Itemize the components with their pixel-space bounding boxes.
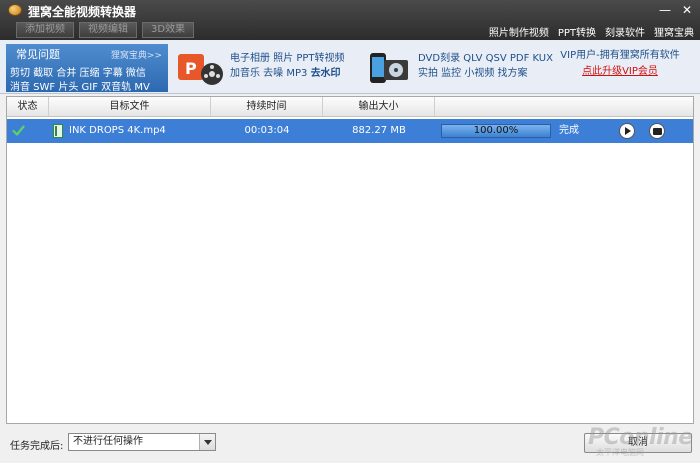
- faq-title[interactable]: 常见问题: [16, 46, 60, 62]
- promo-dvd-text: DVD刻录 QLV QSV PDF KUX 实拍 监控 小视频 找方案: [418, 51, 553, 81]
- app-logo-icon: [8, 4, 22, 16]
- ppt-film-icon: P: [178, 54, 223, 85]
- promo-ppt-line-2b: 去水印: [310, 68, 341, 79]
- close-icon[interactable]: ✕: [680, 3, 694, 17]
- toolbar: 添加视频 视频编辑 3D效果: [16, 22, 195, 38]
- target-file-name: INK DROPS 4K.mp4: [69, 125, 166, 136]
- faq-topics-row-1[interactable]: 剪切 截取 合并 压缩 字幕 微信: [10, 64, 146, 79]
- faq-more-link[interactable]: 狸窝宝典>>: [111, 48, 162, 61]
- photo-to-video-link[interactable]: 照片制作视频: [489, 24, 549, 39]
- promo-dvd-line-2: 实拍 监控 小视频 找方案: [418, 68, 528, 79]
- minimize-icon[interactable]: —: [658, 3, 672, 17]
- promo-dvd[interactable]: DVD刻录 QLV QSV PDF KUX 实拍 监控 小视频 找方案: [362, 44, 553, 92]
- task-list[interactable]: 状态 目标文件 持续时间 输出大小 INK DROPS 4K.mp4 00:03…: [6, 96, 694, 424]
- phone-dvd-icon: [370, 53, 408, 83]
- titlebar: 狸窝全能视频转换器 — ✕ 添加视频 视频编辑 3D效果 照片制作视频 PPT转…: [0, 0, 700, 40]
- task-list-header: 状态 目标文件 持续时间 输出大小: [7, 97, 693, 117]
- ppt-convert-link[interactable]: PPT转换: [558, 24, 596, 39]
- progress-label: 100.00%: [473, 125, 519, 136]
- column-duration[interactable]: 持续时间: [211, 97, 323, 116]
- add-video-button[interactable]: 添加视频: [16, 22, 74, 38]
- burn-software-link[interactable]: 刻录软件: [605, 24, 645, 39]
- video-edit-button[interactable]: 视频编辑: [79, 22, 137, 38]
- column-status[interactable]: 状态: [7, 97, 49, 116]
- promo-ppt-line-2: 加音乐 去噪 MP3 去水印: [230, 66, 345, 81]
- column-target-file[interactable]: 目标文件: [49, 97, 211, 116]
- after-task-select-value: 不进行任何操作: [73, 436, 143, 447]
- promo-dvd-line-1: DVD刻录 QLV QSV PDF KUX: [418, 53, 553, 64]
- promo-ppt-text: 电子相册 照片 PPT转视频 加音乐 去噪 MP3 去水印: [230, 51, 345, 81]
- task-state: 完成: [559, 125, 579, 136]
- cancel-button[interactable]: 取消: [584, 433, 692, 453]
- 3d-effect-button[interactable]: 3D效果: [142, 22, 195, 38]
- promo-ppt-video[interactable]: P 电子相册 照片 PPT转视频 加音乐 去噪 MP3 去水印: [174, 44, 356, 92]
- top-links: 照片制作视频 PPT转换 刻录软件 狸窝宝典: [489, 24, 694, 39]
- column-progress: [435, 97, 693, 116]
- vip-upgrade-link[interactable]: 点此升级VIP会员: [545, 64, 695, 80]
- promo-ppt-line-2a: 加音乐 去噪 MP3: [230, 68, 311, 79]
- promo-ppt-line-1: 电子相册 照片 PPT转视频: [230, 53, 345, 64]
- vip-description: VIP用户-拥有狸窝所有软件: [560, 50, 680, 61]
- app-window: 狸窝全能视频转换器 — ✕ 添加视频 视频编辑 3D效果 照片制作视频 PPT转…: [0, 0, 700, 463]
- faq-topics-row-2[interactable]: 消音 SWF 片头 GIF 双音轨 MV: [10, 78, 150, 93]
- video-file-icon: [53, 124, 63, 138]
- check-icon: [12, 125, 25, 136]
- window-controls: — ✕: [658, 3, 694, 17]
- chevron-down-icon[interactable]: [199, 434, 215, 450]
- duration-value: 00:03:04: [244, 125, 290, 136]
- liwo-guide-link[interactable]: 狸窝宝典: [654, 24, 694, 39]
- faq-panel: 常见问题 狸窝宝典>> 剪切 截取 合并 压缩 字幕 微信 消音 SWF 片头 …: [6, 44, 168, 93]
- vip-panel: VIP用户-拥有狸窝所有软件 点此升级VIP会员: [545, 48, 695, 80]
- play-button[interactable]: [619, 123, 635, 139]
- svg-text:P: P: [185, 59, 197, 78]
- column-output-size[interactable]: 输出大小: [323, 97, 435, 116]
- after-task-label: 任务完成后:: [10, 441, 64, 452]
- output-size-value: 882.27 MB: [352, 125, 406, 136]
- app-title: 狸窝全能视频转换器: [28, 5, 137, 19]
- open-folder-button[interactable]: [649, 123, 665, 139]
- after-task-select[interactable]: 不进行任何操作: [68, 433, 216, 451]
- progress-bar: 100.00%: [441, 124, 551, 138]
- play-icon: [625, 127, 631, 135]
- folder-icon: [652, 127, 662, 135]
- table-row[interactable]: INK DROPS 4K.mp4 00:03:04 882.27 MB 100.…: [7, 119, 693, 143]
